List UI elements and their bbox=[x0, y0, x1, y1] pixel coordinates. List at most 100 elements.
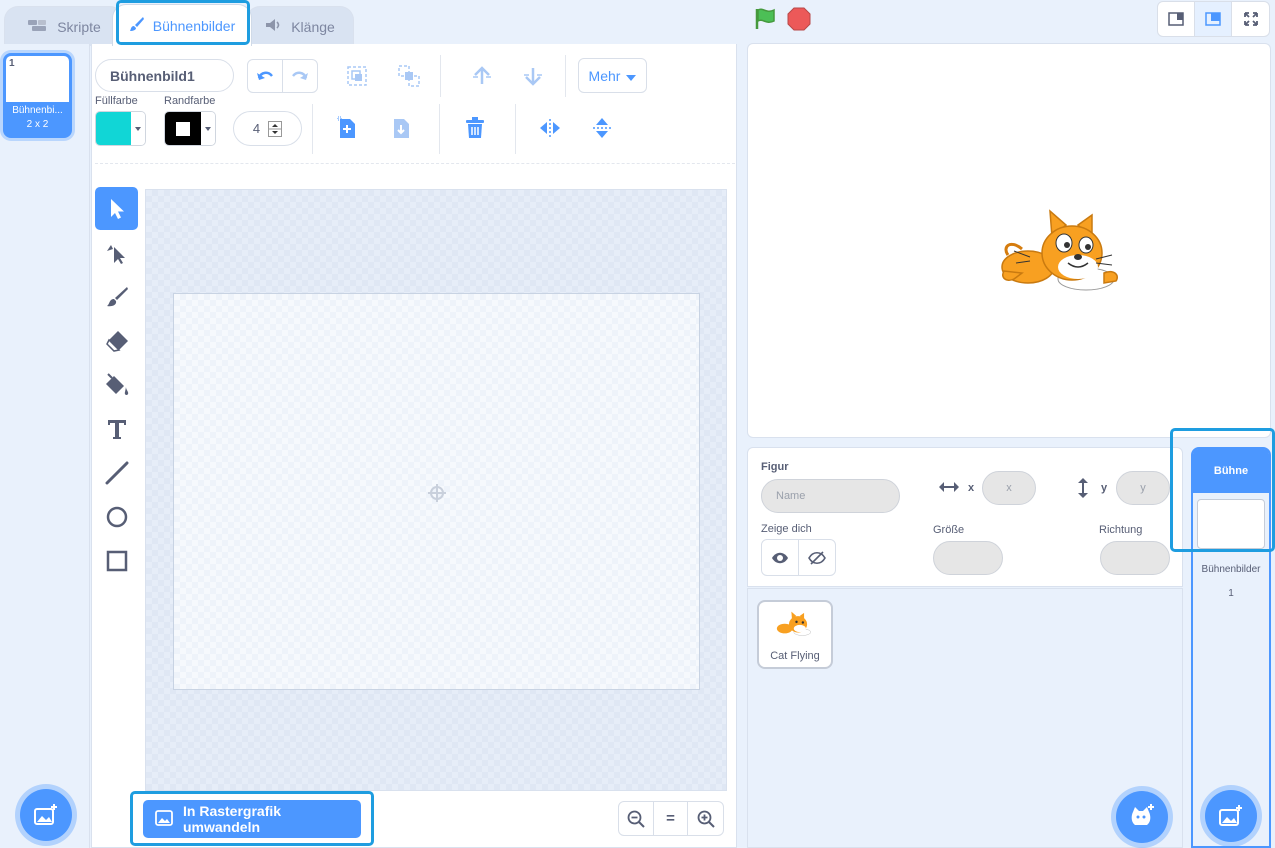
stage[interactable] bbox=[747, 43, 1271, 438]
reshape-tool[interactable] bbox=[95, 231, 138, 274]
fill-tool[interactable] bbox=[95, 363, 138, 406]
show-button[interactable] bbox=[762, 540, 799, 575]
select-tool[interactable] bbox=[95, 187, 138, 230]
stop-icon bbox=[787, 7, 811, 31]
forward-button[interactable] bbox=[465, 60, 499, 92]
flip-horizontal-icon bbox=[540, 119, 560, 137]
group-button[interactable] bbox=[340, 60, 374, 92]
toolbar-divider bbox=[515, 104, 516, 154]
zoom-controls: = bbox=[618, 801, 724, 836]
fullscreen-button[interactable] bbox=[1232, 2, 1269, 36]
add-stage-backdrop-button[interactable] bbox=[1205, 790, 1257, 842]
sprite-name-placeholder: Name bbox=[776, 490, 806, 502]
paint-canvas-area[interactable] bbox=[145, 189, 727, 791]
line-icon bbox=[105, 461, 128, 484]
line-tool[interactable] bbox=[95, 451, 138, 494]
undo-icon bbox=[256, 71, 273, 80]
undo-redo-group bbox=[247, 59, 318, 93]
cat-flying-sprite[interactable] bbox=[1000, 209, 1124, 300]
eraser-tool[interactable] bbox=[95, 319, 138, 362]
sprite-tile[interactable]: Cat Flying bbox=[757, 600, 833, 669]
costume-name: Bühnenbi... bbox=[12, 105, 63, 116]
direction-input[interactable] bbox=[1100, 541, 1170, 575]
fill-color-swatch bbox=[96, 112, 131, 145]
paint-bucket-icon bbox=[105, 372, 128, 395]
copy-icon bbox=[337, 116, 355, 138]
stage-selector[interactable]: Bühne Bühnenbilder 1 bbox=[1191, 447, 1271, 848]
circle-tool[interactable] bbox=[95, 495, 138, 538]
paste-button[interactable] bbox=[386, 113, 416, 143]
size-label: Größe bbox=[933, 524, 965, 536]
toolbar-divider bbox=[565, 55, 566, 97]
horizontal-arrows-icon bbox=[938, 480, 960, 499]
costume-list: 1 Bühnenbi... 2 x 2 bbox=[0, 44, 90, 848]
convert-to-bitmap-button[interactable]: In Rastergrafik umwandeln bbox=[143, 800, 361, 838]
delete-button[interactable] bbox=[460, 113, 490, 143]
stage-selector-header: Bühne bbox=[1193, 449, 1269, 493]
paint-canvas[interactable] bbox=[173, 293, 700, 690]
small-stage-button[interactable] bbox=[1158, 2, 1195, 36]
costume-name-value: Bühnenbild1 bbox=[110, 67, 195, 84]
brush-tool[interactable] bbox=[95, 275, 138, 318]
fill-color-picker[interactable] bbox=[95, 111, 146, 146]
add-sprite-button[interactable] bbox=[1116, 791, 1168, 843]
costume-name-input[interactable]: Bühnenbild1 bbox=[95, 59, 234, 92]
sprite-name: Cat Flying bbox=[770, 650, 820, 662]
flip-horizontal-button[interactable] bbox=[535, 113, 565, 143]
tab-sounds[interactable]: Klänge bbox=[246, 6, 354, 46]
tab-code[interactable]: Skripte bbox=[4, 6, 124, 46]
more-dropdown[interactable]: Mehr bbox=[578, 58, 647, 93]
backward-button[interactable] bbox=[516, 60, 550, 92]
visibility-toggle bbox=[761, 539, 836, 576]
large-stage-button[interactable] bbox=[1194, 2, 1233, 36]
undo-button[interactable] bbox=[248, 60, 283, 92]
speaker-icon bbox=[265, 18, 283, 35]
add-backdrop-button[interactable] bbox=[20, 789, 72, 841]
trash-icon bbox=[466, 117, 484, 138]
tab-code-label: Skripte bbox=[57, 18, 101, 35]
sprite-label: Figur bbox=[761, 461, 789, 473]
text-icon bbox=[107, 419, 126, 439]
outline-label: Randfarbe bbox=[164, 95, 216, 107]
convert-label: In Rastergrafik umwandeln bbox=[183, 803, 282, 835]
flip-vertical-button[interactable] bbox=[587, 113, 617, 143]
costume-index: 1 bbox=[9, 58, 15, 69]
tab-backdrops[interactable]: Bühnenbilder bbox=[112, 4, 252, 46]
ungroup-icon bbox=[398, 65, 420, 87]
arrow-down-icon bbox=[524, 68, 542, 86]
rectangle-tool[interactable] bbox=[95, 539, 138, 582]
eye-icon bbox=[771, 552, 788, 563]
zoom-reset-label: = bbox=[666, 810, 675, 827]
stage-mode-group bbox=[1157, 1, 1270, 37]
text-tool[interactable] bbox=[95, 407, 138, 450]
zoom-reset-button[interactable]: = bbox=[654, 802, 689, 835]
tool-palette bbox=[95, 187, 139, 587]
fill-label: Füllfarbe bbox=[95, 95, 138, 107]
outline-color-picker[interactable] bbox=[164, 111, 216, 146]
group-icon bbox=[347, 66, 367, 86]
costume-item[interactable]: 1 Bühnenbi... 2 x 2 bbox=[3, 53, 72, 138]
eraser-icon bbox=[105, 330, 128, 352]
x-input[interactable]: x bbox=[982, 471, 1036, 505]
y-input[interactable]: y bbox=[1116, 471, 1170, 505]
size-input[interactable] bbox=[933, 541, 1003, 575]
zoom-in-button[interactable] bbox=[688, 802, 723, 835]
stop-button[interactable] bbox=[786, 6, 812, 32]
redo-button[interactable] bbox=[283, 60, 318, 92]
sprite-name-input[interactable]: Name bbox=[761, 479, 900, 513]
backdrops-count: 1 bbox=[1228, 588, 1234, 599]
flip-vertical-icon bbox=[593, 118, 611, 138]
outline-width-stepper[interactable]: 4 bbox=[233, 111, 302, 146]
zoom-out-button[interactable] bbox=[619, 802, 654, 835]
add-image-icon bbox=[34, 804, 57, 825]
redo-icon bbox=[291, 71, 308, 80]
paste-icon bbox=[394, 119, 409, 138]
hide-button[interactable] bbox=[799, 540, 836, 575]
zoom-in-icon bbox=[697, 810, 715, 828]
direction-label: Richtung bbox=[1099, 524, 1143, 536]
ungroup-button[interactable] bbox=[392, 60, 426, 92]
sprite-list: Cat Flying bbox=[747, 588, 1183, 848]
tab-backdrops-label: Bühnenbilder bbox=[152, 17, 236, 34]
green-flag-button[interactable] bbox=[752, 6, 778, 32]
copy-button[interactable] bbox=[332, 113, 362, 143]
